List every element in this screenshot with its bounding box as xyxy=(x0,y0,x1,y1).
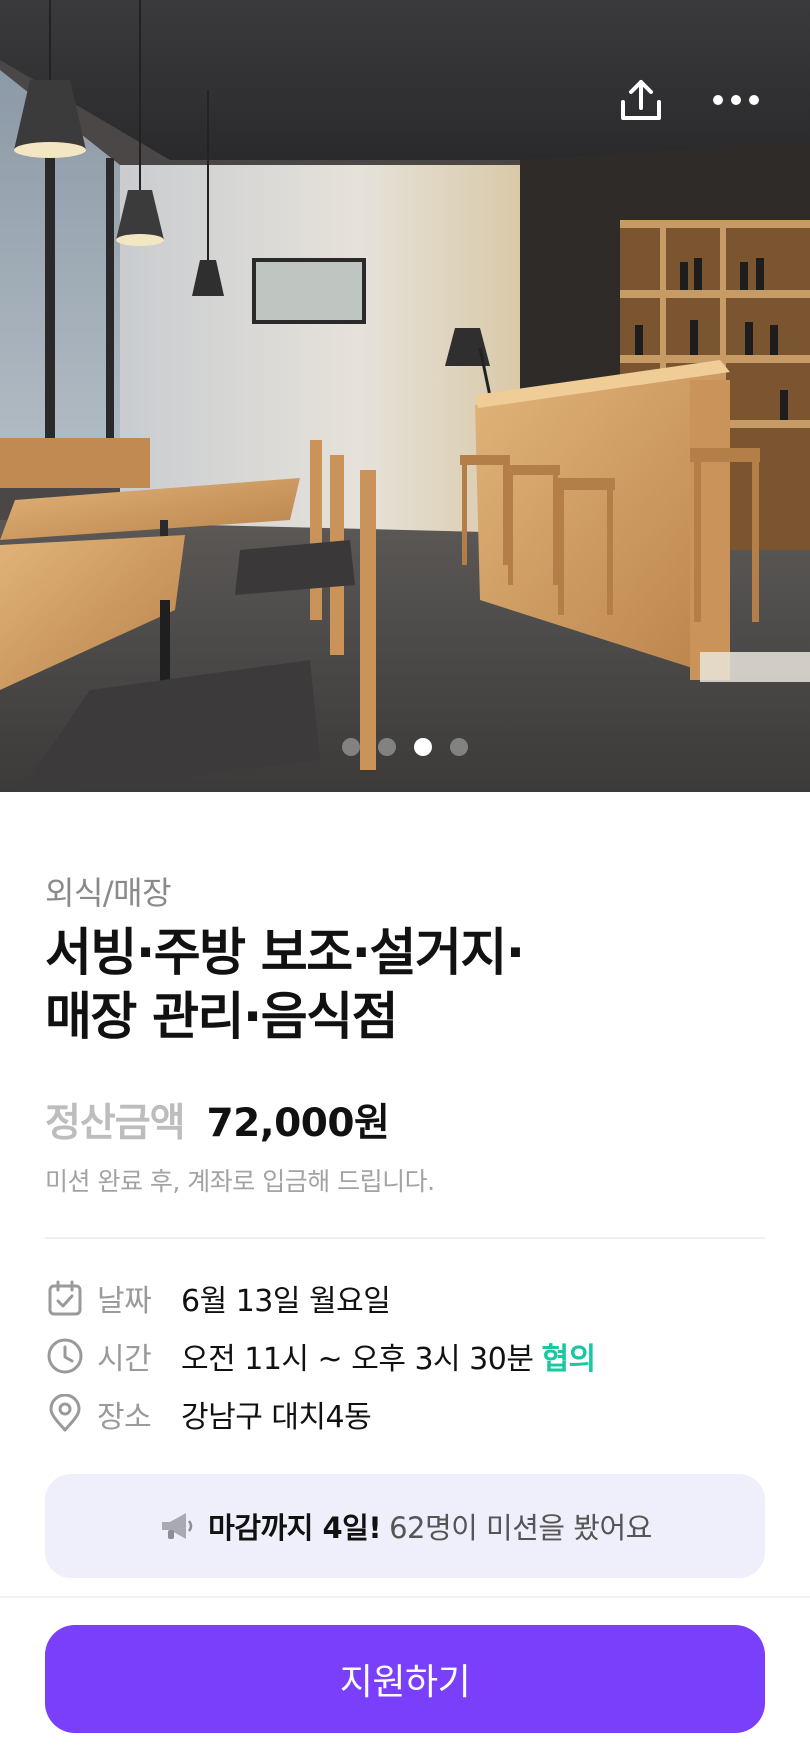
apply-button[interactable]: 지원하기 xyxy=(45,1625,765,1733)
deadline-text: 마감까지 4일! xyxy=(208,1511,382,1545)
carousel-dot[interactable] xyxy=(378,738,396,756)
info-value-time: 오전 11시 ~ 오후 3시 30분 협의 xyxy=(181,1334,596,1378)
time-range: 오전 11시 ~ 오후 3시 30분 xyxy=(181,1342,534,1377)
info-row-time: 시간 오전 11시 ~ 오후 3시 30분 협의 xyxy=(45,1334,596,1378)
location-pin-icon xyxy=(49,1394,81,1432)
divider xyxy=(45,1237,765,1239)
calendar-check-icon xyxy=(48,1280,82,1316)
carousel-dot[interactable] xyxy=(342,738,360,756)
clock-icon xyxy=(47,1338,83,1374)
carousel-dot[interactable] xyxy=(450,738,468,756)
pay-label: 정산금액 xyxy=(45,1101,186,1146)
info-value-place: 강남구 대치4동 xyxy=(181,1400,372,1435)
pay-note: 미션 완료 후, 계좌로 입금해 드립니다. xyxy=(45,1167,435,1196)
carousel-dot-active[interactable] xyxy=(414,738,432,756)
info-row-date: 날짜 6월 13일 월요일 xyxy=(45,1276,391,1320)
info-label: 날짜 xyxy=(97,1284,152,1319)
pay-amount: 72,000원 xyxy=(206,1101,390,1146)
job-title-line: 서빙·주방 보조·설거지· xyxy=(45,924,525,983)
job-title: 서빙·주방 보조·설거지· 매장 관리·음식점 xyxy=(45,922,525,1050)
carousel-pagination xyxy=(0,738,810,758)
info-label: 시간 xyxy=(97,1342,152,1377)
info-row-place: 장소 강남구 대치4동 xyxy=(45,1392,372,1436)
pay-summary: 정산금액 72,000원 xyxy=(45,1092,390,1148)
bottom-bar-divider xyxy=(0,1596,810,1598)
upload-share-icon[interactable] xyxy=(615,74,667,126)
views-text: 62명이 미션을 봤어요 xyxy=(389,1511,652,1545)
negotiable-tag: 협의 xyxy=(541,1342,596,1377)
megaphone-icon xyxy=(162,1513,193,1539)
deadline-notice: 마감까지 4일! 62명이 미션을 봤어요 xyxy=(45,1474,765,1578)
info-label: 장소 xyxy=(97,1400,152,1435)
hero-image-carousel[interactable] xyxy=(0,0,810,792)
info-value-date: 6월 13일 월요일 xyxy=(181,1284,391,1319)
job-category: 외식/매장 xyxy=(45,874,172,912)
job-title-line: 매장 관리·음식점 xyxy=(45,988,399,1047)
restaurant-interior-photo xyxy=(0,0,810,792)
more-horizontal-icon[interactable] xyxy=(710,74,762,126)
